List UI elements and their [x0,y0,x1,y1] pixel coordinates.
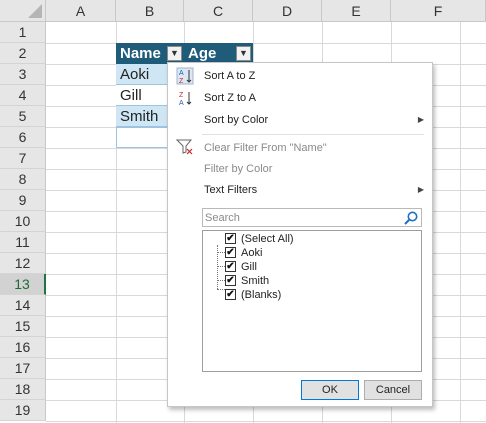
gridline [46,421,486,422]
list-item[interactable]: ✔ Smith [217,274,397,288]
column-header-a[interactable]: A [46,0,116,22]
column-header-c[interactable]: C [184,0,253,22]
row-header-2[interactable]: 2 [0,43,46,64]
clear-filter-item[interactable]: Clear Filter From "Name" [168,137,432,159]
list-item-select-all[interactable]: ✔ (Select All) [217,232,397,246]
submenu-arrow-icon: ▶ [417,115,424,124]
sort-z-to-a-icon: Z A [179,92,192,107]
checkbox-checked-icon[interactable]: ✔ [225,275,236,286]
row-header-1[interactable]: 1 [0,22,46,43]
row-header-19[interactable]: 19 [0,400,46,421]
autofilter-menu: A Z Sort A to Z Z A Sort Z to A Sort by … [167,62,433,407]
chevron-down-icon: ▼ [239,48,248,58]
table-header-name-label: Name [120,45,161,62]
clear-filter-label: Clear Filter From "Name" [204,142,327,154]
row-header-10[interactable]: 10 [0,211,46,232]
filter-by-color-item[interactable]: Filter by Color [168,158,432,180]
filter-sort-icon: ▼ [170,48,179,58]
column-header-f[interactable]: F [391,0,486,22]
row-header-8[interactable]: 8 [0,169,46,190]
name-filter-button[interactable]: ▼ [167,46,182,61]
clear-filter-icon [176,139,193,155]
row-header-6[interactable]: 6 [0,127,46,148]
list-item-label: (Blanks) [241,289,282,301]
column-header-d[interactable]: D [253,0,322,22]
filter-values-list[interactable]: ✔ (Select All) ✔ Aoki ✔ Gill ✔ Smith ✔ (… [202,230,422,372]
row-header-18[interactable]: 18 [0,379,46,400]
search-icon[interactable] [403,210,419,226]
text-filters-item[interactable]: Text Filters ▶ [168,179,432,201]
select-all-corner[interactable] [0,0,46,22]
svg-text:Z: Z [179,78,184,85]
svg-text:A: A [179,70,184,77]
ok-button[interactable]: OK [301,380,359,400]
row-header-15[interactable]: 15 [0,316,46,337]
gridline [460,22,461,423]
sort-a-to-z-item[interactable]: A Z Sort A to Z [168,65,432,87]
gridline [46,43,486,44]
sort-z-to-a-label: Sort Z to A [204,92,256,104]
row-header-13[interactable]: 13 [0,274,46,295]
list-item[interactable]: ✔ Gill [217,260,397,274]
checkbox-checked-icon[interactable]: ✔ [225,261,236,272]
cancel-button[interactable]: Cancel [364,380,422,400]
row-header-9[interactable]: 9 [0,190,46,211]
filter-by-color-label: Filter by Color [204,163,273,175]
column-header-b[interactable]: B [116,0,184,22]
table-header-age-label: Age [188,45,217,62]
text-filters-label: Text Filters [204,184,258,196]
list-item[interactable]: ✔ (Blanks) [217,288,397,302]
row-header-3[interactable]: 3 [0,64,46,85]
sort-by-color-label: Sort by Color [204,114,269,126]
search-field[interactable] [202,208,422,227]
row-header-4[interactable]: 4 [0,85,46,106]
row-header-14[interactable]: 14 [0,295,46,316]
checkbox-checked-icon[interactable]: ✔ [225,289,236,300]
list-item-label: Smith [241,275,270,287]
row-header-12[interactable]: 12 [0,253,46,274]
list-item-label: Aoki [241,247,263,259]
list-item-label: Gill [241,261,257,273]
submenu-arrow-icon: ▶ [417,185,424,194]
column-header-e[interactable]: E [322,0,391,22]
row-header-7[interactable]: 7 [0,148,46,169]
row-header-17[interactable]: 17 [0,358,46,379]
list-item[interactable]: ✔ Aoki [217,246,397,260]
checkbox-checked-icon[interactable]: ✔ [225,247,236,258]
row-header-5[interactable]: 5 [0,106,46,127]
svg-text:Z: Z [179,92,184,99]
checkbox-checked-icon[interactable]: ✔ [225,233,236,244]
sort-by-color-item[interactable]: Sort by Color ▶ [168,109,432,131]
search-input[interactable] [203,210,395,226]
menu-separator [202,134,424,135]
sort-a-to-z-label: Sort A to Z [204,70,256,82]
age-filter-button[interactable]: ▼ [236,46,251,61]
list-item-label: (Select All) [241,233,294,245]
row-header-11[interactable]: 11 [0,232,46,253]
svg-text:A: A [179,100,184,107]
sort-a-to-z-icon: A Z [176,67,194,85]
sort-z-to-a-item[interactable]: Z A Sort Z to A [168,87,432,109]
select-all-triangle-icon [28,4,42,18]
row-header-16[interactable]: 16 [0,337,46,358]
